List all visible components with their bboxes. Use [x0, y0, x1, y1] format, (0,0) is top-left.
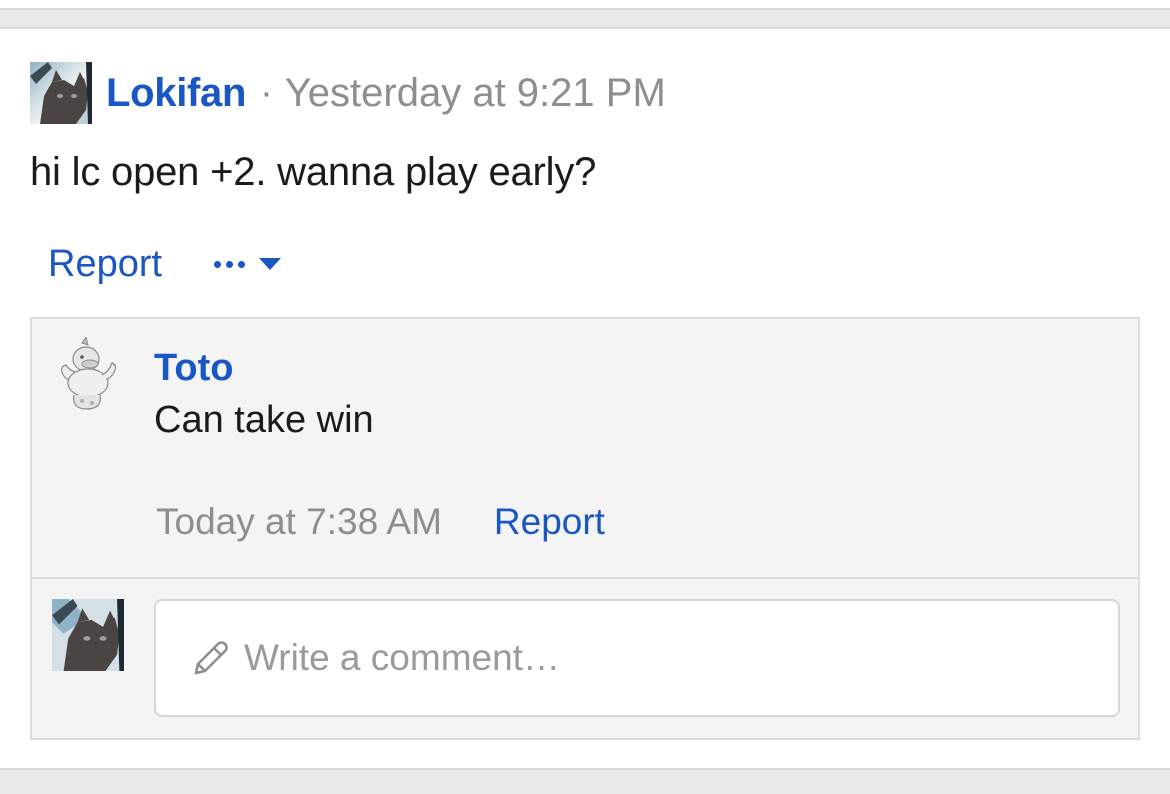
pencil-icon	[194, 641, 228, 675]
post-actions: Report	[48, 238, 282, 290]
top-divider	[0, 0, 1170, 31]
comment-input-placeholder: Write a comment…	[244, 637, 560, 678]
cat-avatar-icon	[52, 599, 124, 671]
duck-avatar-icon[interactable]	[52, 335, 120, 411]
comment-timestamp[interactable]: Today at 7:38 AM	[156, 501, 442, 543]
comment-author-link[interactable]: Toto	[154, 347, 233, 390]
post-author-link[interactable]: Lokifan	[106, 71, 246, 116]
comments-panel: Toto Can take win Today at 7:38 AM Repor…	[30, 317, 1140, 740]
comment-report-link[interactable]: Report	[494, 501, 605, 543]
chevron-down-icon	[259, 258, 282, 270]
meta-separator: ·	[260, 71, 273, 114]
comment-meta: Today at 7:38 AM Report	[156, 501, 605, 543]
comment-text: Can take win	[154, 399, 374, 441]
comment-item: Toto Can take win Today at 7:38 AM Repor…	[32, 319, 1138, 579]
post-timestamp[interactable]: Yesterday at 9:21 PM	[285, 71, 666, 116]
post-body: hi lc open +2. wanna play early?	[30, 150, 597, 194]
bottom-divider	[0, 768, 1170, 794]
more-options-button[interactable]	[214, 258, 282, 270]
cat-avatar-icon[interactable]	[30, 62, 92, 124]
post-header: Lokifan · Yesterday at 9:21 PM	[30, 62, 666, 124]
reply-row: Write a comment…	[32, 579, 1138, 738]
post-report-link[interactable]: Report	[48, 243, 162, 286]
more-options-icon	[214, 260, 246, 268]
comment-input[interactable]: Write a comment…	[154, 599, 1120, 717]
